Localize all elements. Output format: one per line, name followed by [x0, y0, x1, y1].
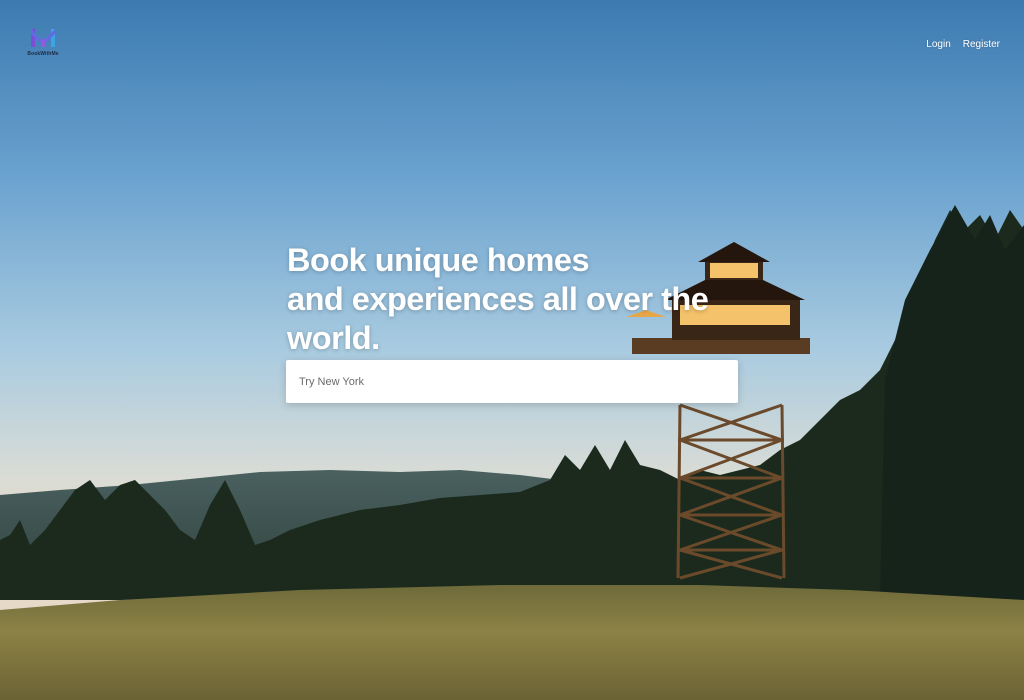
- brand-logo[interactable]: BookWithMe: [26, 27, 60, 59]
- search-input[interactable]: [286, 360, 738, 403]
- login-link[interactable]: Login: [926, 39, 950, 50]
- logo-icon: [31, 29, 55, 47]
- hero-headline: Book unique homes and experiences all ov…: [287, 241, 767, 358]
- register-link[interactable]: Register: [963, 39, 1000, 50]
- headline-line-2: and experiences all over the: [287, 281, 709, 317]
- top-nav: Login Register: [926, 39, 1000, 50]
- headline-line-1: Book unique homes: [287, 242, 590, 278]
- brand-name: BookWithMe: [27, 51, 59, 57]
- headline-line-3: world.: [287, 320, 380, 356]
